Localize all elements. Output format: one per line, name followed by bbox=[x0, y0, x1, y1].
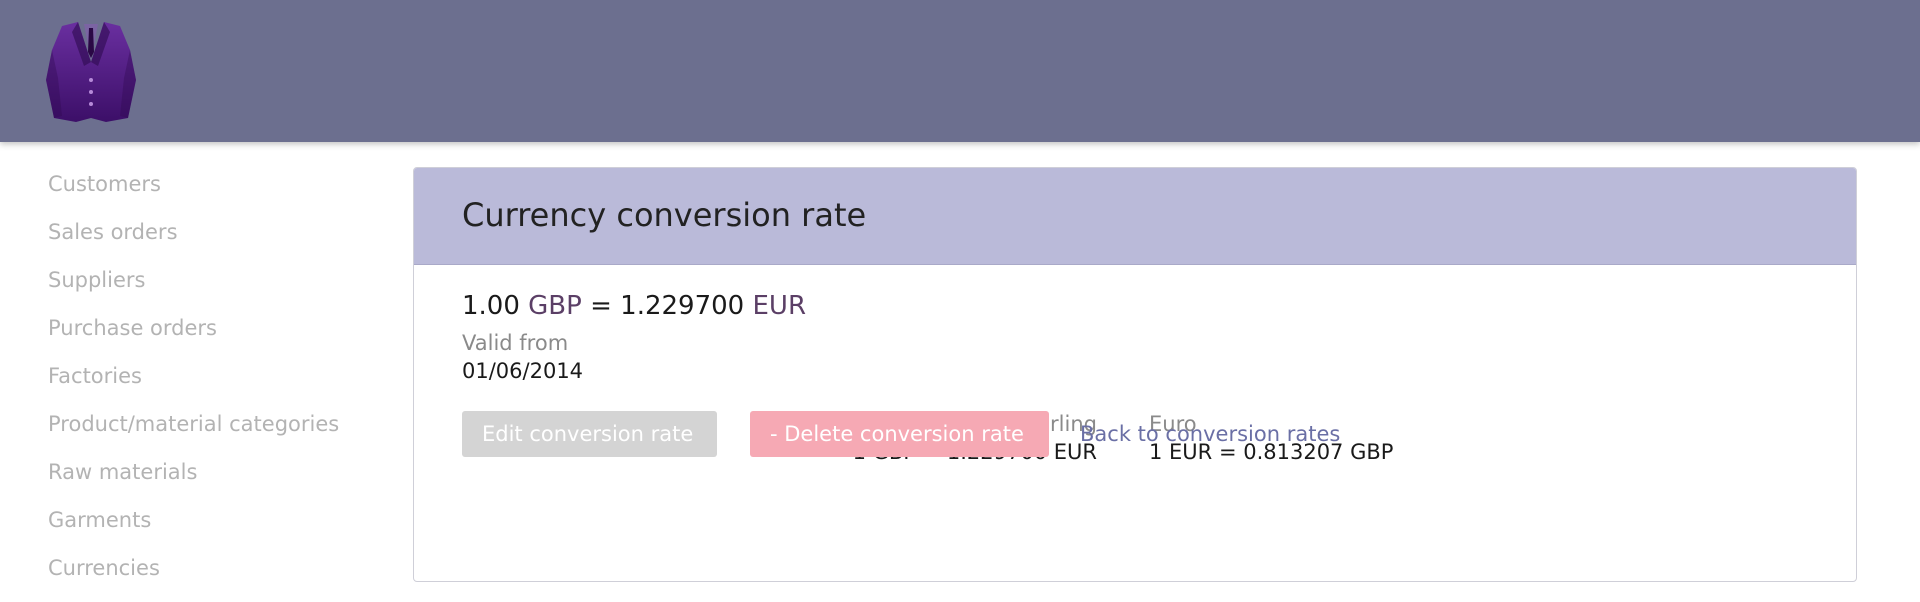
sidebar-item-raw-materials[interactable]: Raw materials bbox=[48, 458, 378, 506]
equals-sign: = bbox=[590, 291, 612, 321]
sidebar-item-factories[interactable]: Factories bbox=[48, 362, 378, 410]
action-bar: Edit conversion rate - Delete conversion… bbox=[462, 411, 1340, 457]
sidebar-item-product-material-categories[interactable]: Product/material categories bbox=[48, 410, 378, 458]
from-currency: GBP bbox=[528, 291, 582, 321]
page-title: Currency conversion rate bbox=[462, 196, 867, 234]
valid-from-value: 01/06/2014 bbox=[462, 359, 584, 383]
sidebar-item-garments[interactable]: Garments bbox=[48, 506, 378, 554]
to-currency: EUR bbox=[752, 291, 807, 321]
sidebar-item-purchase-orders[interactable]: Purchase orders bbox=[48, 314, 378, 362]
from-amount: 1.00 bbox=[462, 291, 520, 321]
sidebar-item-currencies[interactable]: Currencies bbox=[48, 554, 378, 602]
card-header: Currency conversion rate bbox=[414, 168, 1856, 265]
sidebar-item-suppliers[interactable]: Suppliers bbox=[48, 266, 378, 314]
card-body: 1.00 GBP = 1.229700 EUR Valid from 01/06… bbox=[414, 265, 1856, 464]
delete-conversion-rate-button[interactable]: - Delete conversion rate bbox=[750, 411, 1049, 457]
conversion-rate-card: Currency conversion rate 1.00 GBP = 1.22… bbox=[413, 167, 1857, 582]
valid-from-label: Valid from bbox=[462, 331, 569, 355]
back-to-conversion-rates-link[interactable]: Back to conversion rates bbox=[1080, 422, 1340, 446]
suit-jacket-logo-icon[interactable] bbox=[44, 22, 138, 124]
sidebar-item-customers[interactable]: Customers bbox=[48, 170, 378, 218]
to-amount: 1.229700 bbox=[620, 291, 745, 321]
sidebar-item-sales-orders[interactable]: Sales orders bbox=[48, 218, 378, 266]
edit-conversion-rate-button[interactable]: Edit conversion rate bbox=[462, 411, 717, 457]
sidebar-nav: Customers Sales orders Suppliers Purchas… bbox=[48, 170, 378, 602]
top-header-bar bbox=[0, 0, 1920, 142]
rate-summary: 1.00 GBP = 1.229700 EUR bbox=[462, 289, 1808, 323]
